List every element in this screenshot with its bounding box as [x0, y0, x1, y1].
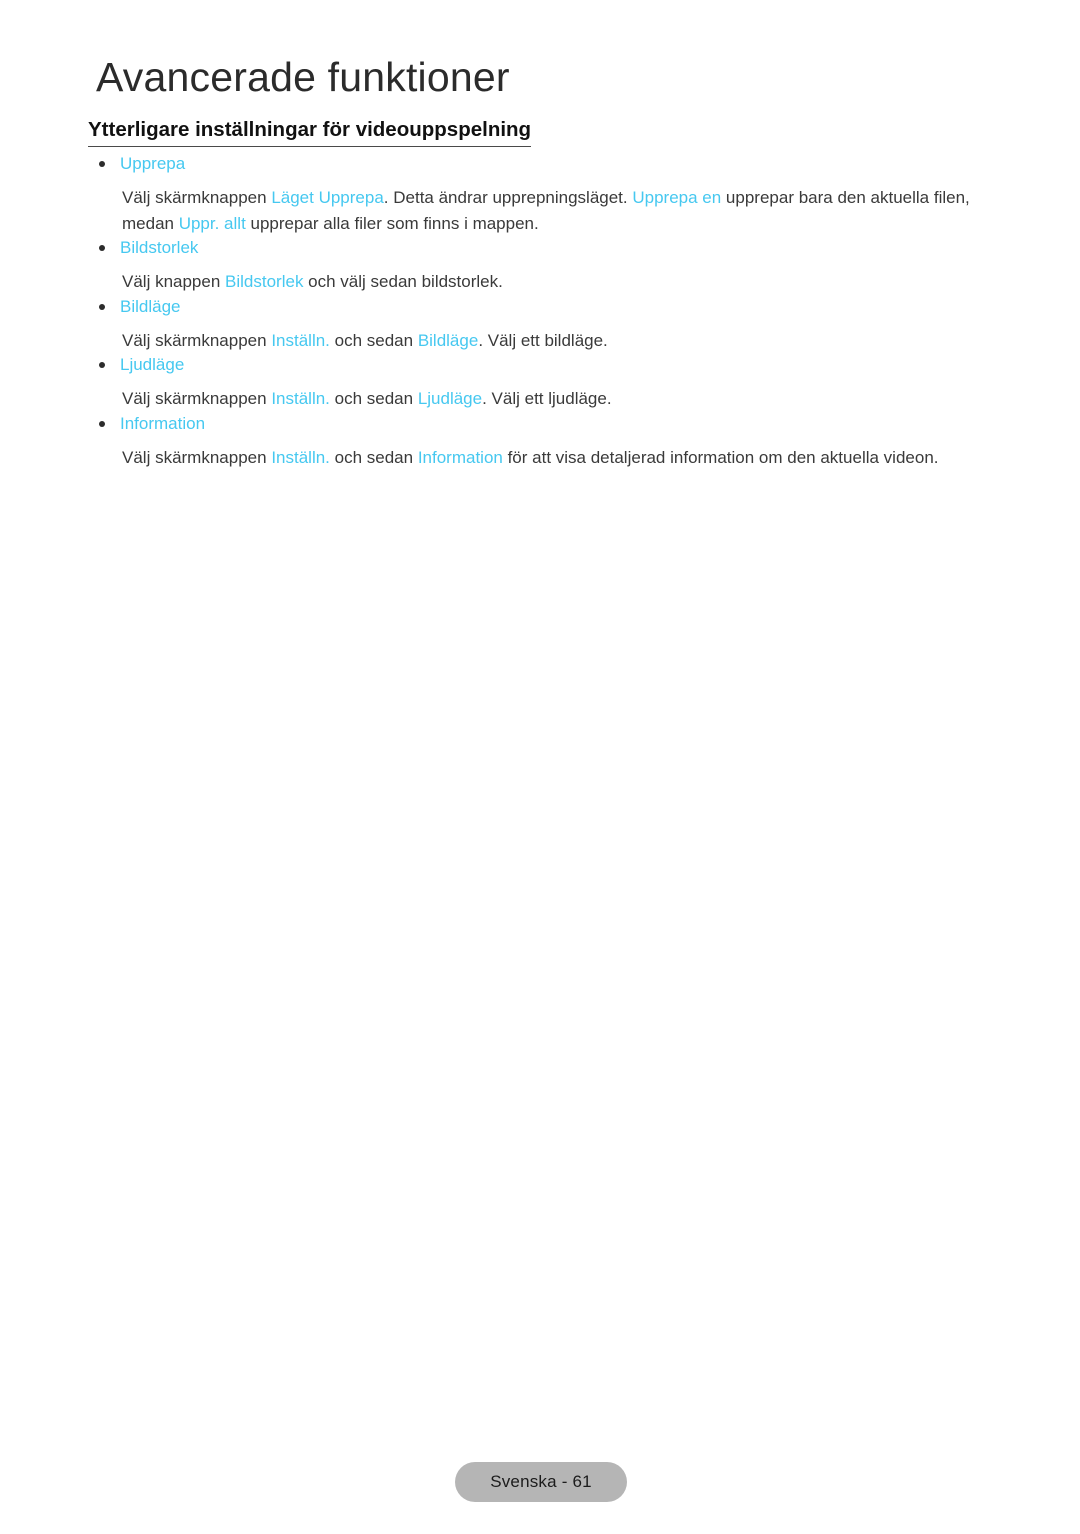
paragraph-text: Välj skärmknappen	[122, 447, 272, 467]
section-block: Upprepa Välj skärmknappen Läget Upprepa. …	[98, 152, 998, 236]
paragraph-text: . Välj ett bildläge.	[478, 330, 608, 350]
highlighted-term: Bildstorlek	[225, 272, 304, 291]
highlighted-term: Information	[417, 447, 503, 467]
paragraph-text: . Detta ändrar upprepningsläget.	[383, 188, 633, 207]
bullet-dot-icon	[99, 362, 105, 368]
section-block: Information Välj skärmknappen Inställn. o…	[98, 412, 998, 471]
bullet-item: Bildläge	[98, 295, 998, 319]
bullet-dot-icon	[99, 161, 105, 167]
paragraph-text: och sedan	[329, 330, 418, 350]
bullet-dot-icon	[99, 420, 105, 427]
section-block: Ljudläge Välj skärmknappen Inställn. och …	[98, 353, 998, 412]
bullet-dot-icon	[99, 303, 105, 310]
paragraph-text: Välj skärmknappen	[122, 330, 272, 350]
section-paragraph: Välj skärmknappen Inställn. och sedan Bi…	[98, 328, 986, 354]
section-paragraph: Välj skärmknappen Inställn. och sedan In…	[98, 445, 986, 471]
section-block: Bildstorlek Välj knappen Bildstorlek och …	[98, 236, 998, 295]
highlighted-term: Uppr. allt	[178, 213, 246, 233]
page-number-badge: Svenska - 61	[455, 1462, 627, 1502]
paragraph-text: och sedan	[329, 447, 418, 467]
bullet-item: Information	[98, 412, 998, 436]
paragraph-text: och välj sedan bildstorlek.	[303, 272, 503, 291]
bullet-label: Information	[120, 413, 206, 433]
bullet-label: Bildläge	[120, 296, 181, 316]
highlighted-term: Inställn.	[271, 447, 330, 467]
chapter-title: Avancerade funktioner	[96, 54, 510, 100]
paragraph-text: Välj skärmknappen	[122, 389, 272, 408]
bullet-dot-icon	[99, 245, 105, 251]
bullet-label: Upprepa	[120, 154, 186, 173]
section-title: Ytterligare inställningar för videouppsp…	[88, 117, 532, 147]
section-paragraph: Välj skärmknappen Läget Upprepa. Detta ä…	[98, 185, 986, 236]
bullet-item: Bildstorlek	[98, 236, 998, 260]
section-list: Upprepa Välj skärmknappen Läget Upprepa. …	[98, 152, 998, 470]
highlighted-term: Upprepa en	[632, 188, 722, 207]
paragraph-text: upprepar alla filer som finns i mappen.	[245, 213, 539, 233]
document-page: Avancerade funktioner Ytterligare instäl…	[0, 0, 1080, 1534]
paragraph-text: . Välj ett ljudläge.	[482, 389, 612, 408]
highlighted-term: Inställn.	[271, 389, 330, 408]
section-paragraph: Välj knappen Bildstorlek och välj sedan …	[98, 269, 986, 295]
section-block: Bildläge Välj skärmknappen Inställn. och …	[98, 295, 998, 354]
paragraph-text: Välj knappen	[122, 272, 226, 291]
paragraph-text: och sedan	[329, 389, 418, 408]
page-number-label: Svenska - 61	[490, 1472, 592, 1491]
highlighted-term: Ljudläge	[417, 389, 483, 408]
bullet-item: Ljudläge	[98, 353, 998, 377]
paragraph-text: Välj skärmknappen	[122, 188, 272, 207]
bullet-label: Bildstorlek	[120, 238, 199, 257]
bullet-item: Upprepa	[98, 152, 998, 176]
section-paragraph: Välj skärmknappen Inställn. och sedan Lj…	[98, 386, 986, 412]
paragraph-text: för att visa detaljerad information om d…	[502, 447, 939, 467]
highlighted-term: Läget Upprepa	[271, 188, 384, 207]
highlighted-term: Inställn.	[271, 330, 330, 350]
bullet-label: Ljudläge	[120, 355, 185, 374]
highlighted-term: Bildläge	[417, 330, 479, 350]
